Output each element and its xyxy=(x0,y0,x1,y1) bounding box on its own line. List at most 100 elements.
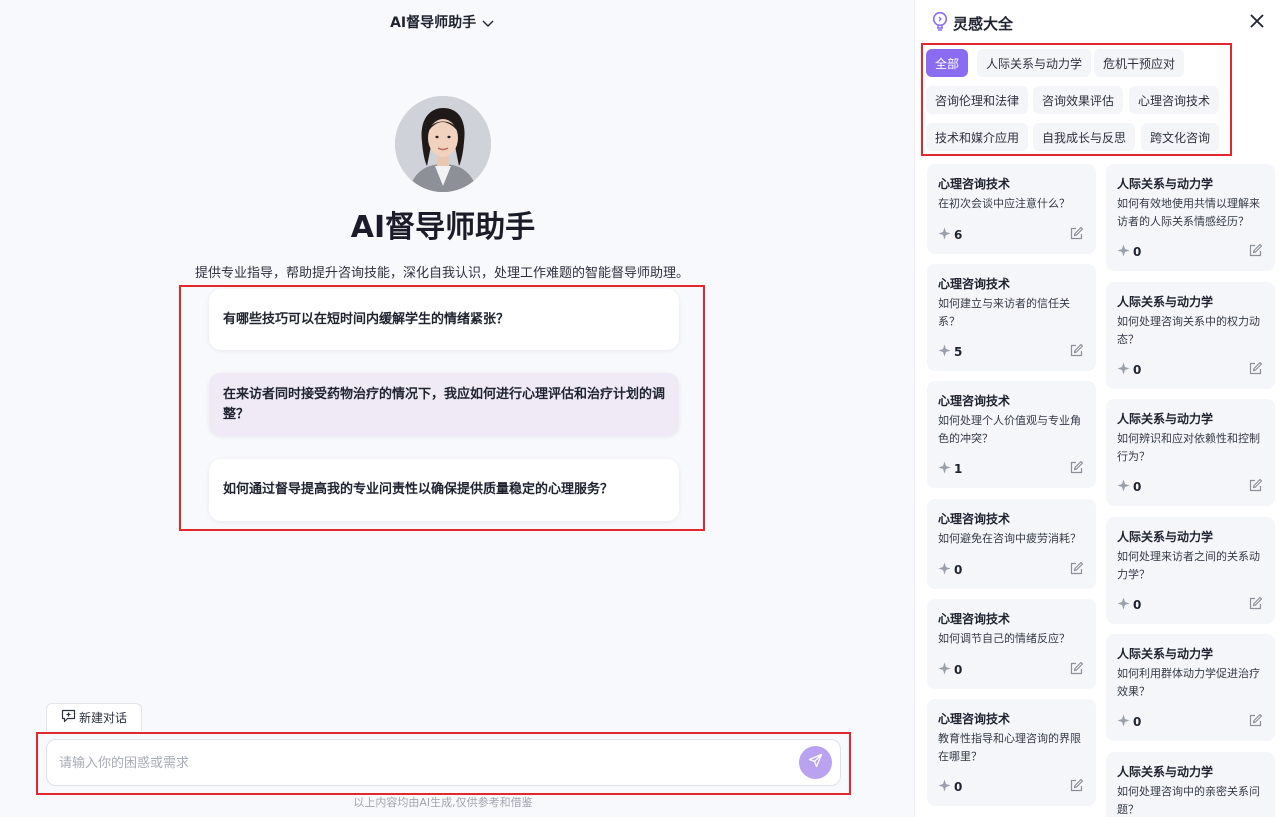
card-count: 0 xyxy=(1133,598,1142,612)
card-question: 如何调节自己的情绪反应？ xyxy=(938,632,1070,645)
tag-all[interactable]: 全部 xyxy=(926,49,969,77)
inspiration-card[interactable]: 心理咨询技术 教育性指导和心理咨询的界限在哪里？ 0 xyxy=(927,699,1096,806)
card-category: 心理咨询技术 xyxy=(938,612,1011,626)
message-input[interactable] xyxy=(59,752,759,774)
message-input-box xyxy=(46,739,841,786)
card-question: 如何处理咨询中的亲密关系问题？ xyxy=(1117,785,1260,816)
assistant-name: AI督导师助手 xyxy=(390,15,477,31)
tag-growth[interactable]: 自我成长与反思 xyxy=(1033,123,1136,151)
card-count: 0 xyxy=(954,780,963,794)
send-button[interactable] xyxy=(799,746,832,779)
card-question: 如何有效地使用共情以理解来访者的人际关系情感经历？ xyxy=(1117,197,1260,228)
tag-techniques[interactable]: 心理咨询技术 xyxy=(1129,86,1220,114)
card-category: 人际关系与动力学 xyxy=(1117,530,1214,544)
sparkle-icon xyxy=(1117,597,1130,613)
card-category: 心理咨询技术 xyxy=(938,394,1011,408)
sparkle-icon xyxy=(938,662,951,678)
sparkle-icon xyxy=(938,461,951,477)
card-category: 心理咨询技术 xyxy=(938,512,1011,526)
inspiration-card[interactable]: 心理咨询技术 在初次会谈中应注意什么？ 6 xyxy=(927,164,1096,254)
sparkle-icon xyxy=(938,562,951,578)
panel-title: 灵感大全 xyxy=(953,14,1014,33)
inspiration-card[interactable]: 心理咨询技术 如何建立与来访者的信任关系？ 5 xyxy=(927,264,1096,371)
sparkle-icon xyxy=(1117,479,1130,495)
card-category: 心理咨询技术 xyxy=(938,177,1011,191)
sparkle-icon xyxy=(1117,362,1130,378)
new-chat-button[interactable]: 新建对话 xyxy=(46,703,142,731)
card-question: 如何利用群体动力学促进治疗效果？ xyxy=(1117,667,1260,698)
bulb-icon xyxy=(931,11,949,35)
edit-icon[interactable] xyxy=(1248,713,1263,732)
sparkle-icon xyxy=(938,227,951,243)
category-filter: 全部 人际关系与动力学 危机干预应对 咨询伦理和法律 咨询效果评估 心理咨询技术… xyxy=(921,43,1232,156)
tag-media[interactable]: 技术和媒介应用 xyxy=(926,123,1029,151)
card-category: 人际关系与动力学 xyxy=(1117,765,1214,779)
inspiration-card[interactable]: 人际关系与动力学 如何处理咨询关系中的权力动态？ 0 xyxy=(1106,282,1275,389)
inspiration-card[interactable]: 人际关系与动力学 如何辨识和应对依赖性和控制行为？ 0 xyxy=(1106,399,1275,506)
edit-icon[interactable] xyxy=(1248,361,1263,380)
hero-description: 提供专业指导，帮助提升咨询技能，深化自我认识，处理工作难题的智能督导师助理。 xyxy=(194,266,689,281)
card-category: 心理咨询技术 xyxy=(938,712,1011,726)
card-question: 如何处理个人价值观与专业角色的冲突？ xyxy=(938,414,1081,445)
card-category: 心理咨询技术 xyxy=(938,277,1011,291)
suggestion-item[interactable]: 在来访者同时接受药物治疗的情况下，我应如何进行心理评估和治疗计划的调整？ xyxy=(209,373,679,436)
sparkle-icon xyxy=(938,779,951,795)
send-icon xyxy=(808,753,823,772)
chevron-down-icon xyxy=(478,16,494,30)
sparkle-icon xyxy=(1117,714,1130,730)
inspiration-card[interactable]: 人际关系与动力学 如何有效地使用共情以理解来访者的人际关系情感经历？ 0 xyxy=(1106,164,1275,271)
main-area: AI督导师助手 AI督导师助手 提供专业指导，帮助提升咨询技能，深化自我认识，处… xyxy=(0,0,914,817)
edit-icon[interactable] xyxy=(1069,561,1084,580)
sparkle-icon xyxy=(938,344,951,360)
card-category: 人际关系与动力学 xyxy=(1117,177,1214,191)
card-count: 5 xyxy=(954,345,963,359)
chat-plus-icon xyxy=(61,709,76,726)
assistant-switcher[interactable]: AI督导师助手 xyxy=(0,12,884,32)
edit-icon[interactable] xyxy=(1248,243,1263,262)
card-question: 教育性指导和心理咨询的界限在哪里？ xyxy=(938,732,1081,763)
inspiration-card[interactable]: 人际关系与动力学 如何处理来访者之间的关系动力学？ 0 xyxy=(1106,517,1275,624)
card-category: 人际关系与动力学 xyxy=(1117,412,1214,426)
suggestion-item[interactable]: 有哪些技巧可以在短时间内缓解学生的情绪紧张？ xyxy=(209,289,679,350)
card-question: 如何处理来访者之间的关系动力学？ xyxy=(1117,550,1260,581)
panel-header: 灵感大全 xyxy=(931,11,1013,35)
inspiration-card[interactable]: 心理咨询技术 如何处理个人价值观与专业角色的冲突？ 1 xyxy=(927,381,1096,488)
inspiration-card[interactable]: 心理咨询技术 如何避免在咨询中疲劳消耗？ 0 xyxy=(927,499,1096,589)
inspiration-panel: 灵感大全 全部 人际关系与动力学 危机干预应对 咨询伦理和法律 咨询效果评估 心… xyxy=(914,0,1280,817)
card-question: 如何建立与来访者的信任关系？ xyxy=(938,297,1070,328)
hero-title: AI督导师助手 xyxy=(350,210,536,245)
edit-icon[interactable] xyxy=(1069,661,1084,680)
card-count: 0 xyxy=(954,663,963,677)
tag-ethics[interactable]: 咨询伦理和法律 xyxy=(926,86,1029,114)
edit-icon[interactable] xyxy=(1069,343,1084,362)
card-question: 在初次会谈中应注意什么？ xyxy=(938,197,1070,210)
card-count: 0 xyxy=(954,563,963,577)
tag-evaluation[interactable]: 咨询效果评估 xyxy=(1033,86,1124,114)
suggestion-list: 有哪些技巧可以在短时间内缓解学生的情绪紧张？ 在来访者同时接受药物治疗的情况下，… xyxy=(179,285,705,531)
edit-icon[interactable] xyxy=(1069,778,1084,797)
card-count: 1 xyxy=(954,462,963,476)
edit-icon[interactable] xyxy=(1069,226,1084,245)
card-question: 如何辨识和应对依赖性和控制行为？ xyxy=(1117,432,1260,463)
close-icon[interactable] xyxy=(1246,10,1268,32)
ai-disclaimer: 以上内容均由AI生成,仅供参考和借鉴 xyxy=(353,796,533,809)
edit-icon[interactable] xyxy=(1069,460,1084,479)
card-count: 0 xyxy=(1133,245,1142,259)
assistant-avatar xyxy=(395,96,491,192)
edit-icon[interactable] xyxy=(1248,596,1263,615)
tag-interpersonal[interactable]: 人际关系与动力学 xyxy=(977,49,1092,77)
edit-icon[interactable] xyxy=(1248,478,1263,497)
card-count: 0 xyxy=(1133,715,1142,729)
inspiration-card[interactable]: 心理咨询技术 如何调节自己的情绪反应？ 0 xyxy=(927,599,1096,689)
card-question: 如何避免在咨询中疲劳消耗？ xyxy=(938,532,1081,545)
inspiration-card[interactable]: 人际关系与动力学 如何处理咨询中的亲密关系问题？ xyxy=(1106,752,1275,817)
card-category: 人际关系与动力学 xyxy=(1117,295,1214,309)
composer xyxy=(36,732,851,795)
inspiration-card[interactable]: 人际关系与动力学 如何利用群体动力学促进治疗效果？ 0 xyxy=(1106,634,1275,741)
card-question: 如何处理咨询关系中的权力动态？ xyxy=(1117,315,1260,346)
tag-cross-cultural[interactable]: 跨文化咨询 xyxy=(1141,123,1220,151)
new-chat-label: 新建对话 xyxy=(78,711,127,725)
card-count: 0 xyxy=(1133,363,1142,377)
tag-crisis[interactable]: 危机干预应对 xyxy=(1094,49,1185,77)
suggestion-item[interactable]: 如何通过督导提高我的专业问责性以确保提供质量稳定的心理服务？ xyxy=(209,459,679,521)
